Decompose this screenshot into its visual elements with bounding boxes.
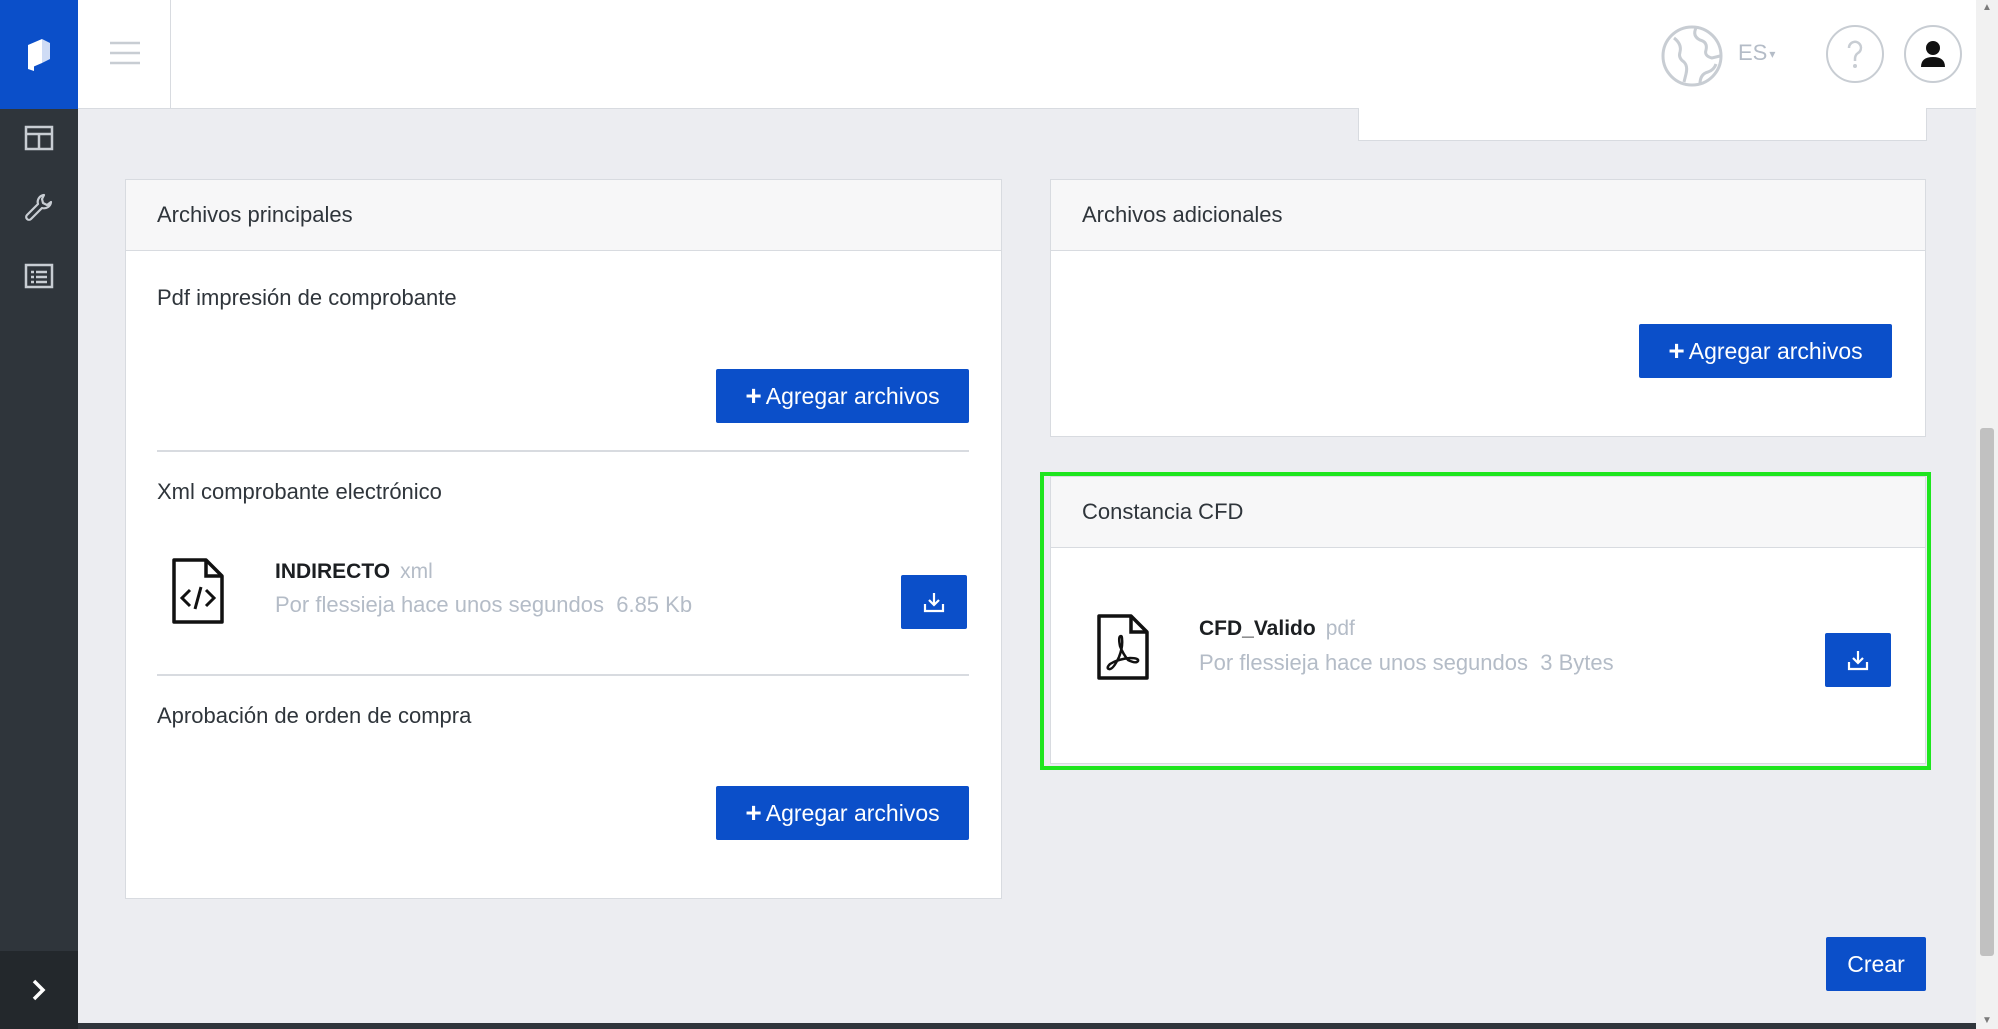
chevron-right-icon — [32, 979, 46, 1001]
download-xml-button[interactable] — [901, 575, 967, 629]
scrollbar[interactable]: ▲ ▼ — [1976, 0, 1998, 1029]
file-code-icon — [170, 556, 226, 626]
plus-icon: + — [745, 797, 762, 828]
add-additional-files-label: Agregar archivos — [1688, 337, 1863, 364]
previous-card-fragment — [1358, 108, 1927, 141]
help-button[interactable] — [1826, 25, 1884, 83]
add-additional-files-button[interactable]: + Agregar archivos — [1639, 324, 1892, 378]
topbar-divider — [170, 0, 171, 108]
bottom-strip — [78, 1023, 1976, 1029]
user-avatar-button[interactable] — [1904, 25, 1962, 83]
selection-highlight — [1040, 472, 1931, 770]
xml-file-ext: xml — [400, 560, 433, 583]
create-button[interactable]: Crear — [1826, 937, 1926, 991]
divider — [157, 450, 969, 452]
plus-icon: + — [1668, 335, 1685, 366]
sidebar-list-icon[interactable] — [19, 256, 59, 296]
download-icon — [923, 593, 945, 613]
sidebar-layout-icon[interactable] — [19, 118, 59, 158]
approval-section-title: Aprobación de orden de compra — [157, 703, 472, 728]
xml-section-title: Xml comprobante electrónico — [157, 479, 442, 504]
globe-icon[interactable] — [1660, 24, 1724, 88]
xml-file-name-text: INDIRECTO — [275, 560, 391, 583]
sidebar — [0, 0, 78, 1029]
language-selector[interactable]: ES ▾ — [1738, 40, 1775, 66]
question-mark-icon — [1847, 40, 1863, 68]
xml-file-name: INDIRECTO xml — [275, 560, 433, 584]
divider — [157, 674, 969, 676]
top-bar: ES ▾ — [78, 0, 1976, 109]
scroll-thumb[interactable] — [1980, 428, 1994, 956]
user-icon — [1921, 41, 1945, 67]
scroll-down-icon[interactable]: ▼ — [1976, 1013, 1998, 1029]
add-pdf-files-label: Agregar archivos — [765, 382, 940, 409]
scroll-up-icon[interactable]: ▲ — [1976, 0, 1998, 16]
xml-file-meta: Por flessieja hace unos segundos 6.85 Kb — [275, 592, 693, 617]
main-files-header: Archivos principales — [126, 180, 1001, 251]
add-approval-files-button[interactable]: + Agregar archivos — [716, 786, 969, 840]
additional-files-card: Archivos adicionales + Agregar archivos — [1050, 179, 1926, 437]
sidebar-expand-button[interactable] — [0, 951, 78, 1029]
caret-down-icon: ▾ — [1769, 47, 1776, 62]
language-label: ES — [1738, 40, 1768, 65]
plus-icon: + — [745, 380, 762, 411]
pdf-section-title: Pdf impresión de comprobante — [157, 285, 457, 310]
add-approval-files-label: Agregar archivos — [765, 799, 940, 826]
logo-icon — [28, 38, 50, 71]
additional-files-header: Archivos adicionales — [1051, 180, 1925, 251]
hamburger-menu-icon[interactable] — [108, 38, 142, 68]
add-pdf-files-button[interactable]: + Agregar archivos — [716, 369, 969, 423]
sidebar-wrench-icon[interactable] — [19, 187, 59, 227]
app-logo[interactable] — [0, 0, 78, 109]
main-files-card: Archivos principales Pdf impresión de co… — [125, 179, 1002, 899]
